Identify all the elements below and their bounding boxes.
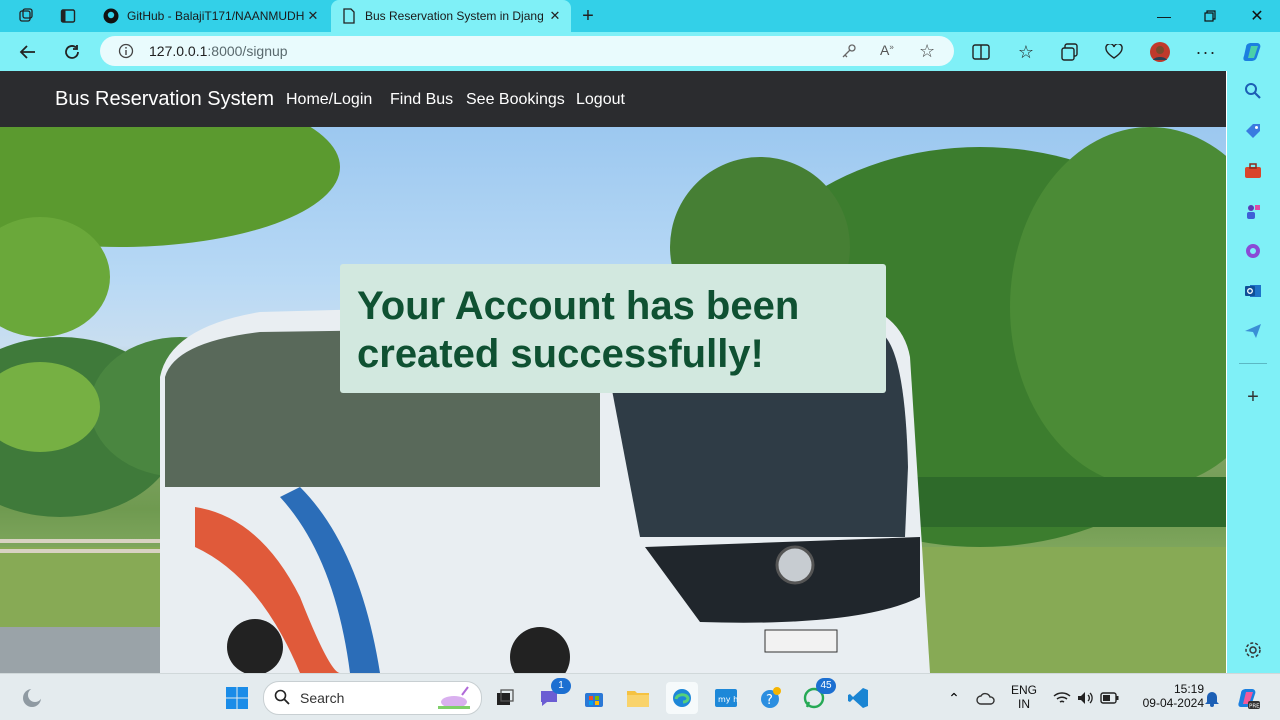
back-icon[interactable] [14, 38, 42, 66]
add-icon[interactable]: + [1241, 385, 1265, 409]
vscode-icon[interactable] [842, 682, 874, 714]
favorites-icon[interactable]: ☆ [1012, 38, 1040, 66]
read-aloud-icon[interactable]: A» [880, 42, 894, 58]
tools-icon[interactable] [1241, 159, 1265, 183]
tab-bus-reservation[interactable]: Bus Reservation System in Djang ✕ [331, 0, 571, 32]
edge-sidebar: + [1227, 71, 1280, 673]
tab-title: GitHub - BalajiT171/NAANMUDH [127, 9, 305, 23]
games-icon[interactable] [1241, 199, 1265, 223]
notification-bell-icon[interactable] [1196, 682, 1228, 714]
battery-icon[interactable] [1094, 682, 1126, 714]
github-icon [103, 8, 119, 24]
nav-home-login[interactable]: Home/Login [286, 91, 372, 109]
clock[interactable]: 15:19 09-04-2024 [1128, 682, 1204, 710]
task-view-icon[interactable] [489, 682, 521, 714]
search-icon[interactable] [1241, 79, 1265, 103]
tab-actions-icon[interactable] [54, 2, 82, 30]
get-help-icon[interactable]: ? [754, 682, 786, 714]
site-navbar: Bus Reservation System Home/Login Find B… [0, 71, 1226, 127]
success-message: Your Account has been created successful… [357, 284, 800, 376]
browser-essentials-icon[interactable] [1100, 38, 1128, 66]
language-indicator[interactable]: ENG IN [1008, 683, 1040, 711]
send-icon[interactable] [1241, 319, 1265, 343]
teams-chat-icon[interactable]: 1 [533, 678, 571, 714]
more-options-icon[interactable]: ··· [1192, 38, 1220, 66]
sidebar-divider [1239, 363, 1267, 364]
svg-text:?: ? [766, 693, 773, 708]
svg-text:my hp: my hp [718, 695, 738, 704]
microsoft-store-icon[interactable] [578, 682, 610, 714]
whatsapp-badge: 45 [816, 678, 836, 694]
page-icon [341, 8, 357, 24]
new-tab-icon[interactable]: + [574, 2, 602, 30]
file-explorer-icon[interactable] [622, 682, 654, 714]
nav-see-bookings[interactable]: See Bookings [466, 91, 565, 109]
teams-badge: 1 [551, 678, 571, 694]
minimize-icon[interactable]: — [1141, 0, 1187, 32]
close-window-icon[interactable]: ✕ [1234, 0, 1280, 32]
collections-icon[interactable] [1056, 38, 1084, 66]
tab-title: Bus Reservation System in Djang [365, 9, 544, 23]
key-icon[interactable] [841, 43, 857, 64]
outlook-icon[interactable] [1241, 279, 1265, 303]
nav-logout[interactable]: Logout [576, 91, 625, 109]
onedrive-cloud-icon[interactable] [970, 682, 1002, 714]
myhp-icon[interactable]: my hp [710, 682, 742, 714]
search-icon [274, 689, 290, 710]
site-brand[interactable]: Bus Reservation System [55, 88, 274, 111]
refresh-icon[interactable] [58, 38, 86, 66]
profile-avatar[interactable] [1146, 38, 1174, 66]
tab-strip: GitHub - BalajiT171/NAANMUDH ✕ Bus Reser… [0, 0, 1280, 32]
info-icon[interactable] [118, 43, 134, 64]
address-bar[interactable]: 127.0.0.1:8000/signup A» ☆ [100, 36, 954, 66]
unicorn-highlight-icon [434, 685, 474, 716]
hero-background-image: Your Account has been created successful… [0, 127, 1226, 673]
copilot-icon[interactable] [1239, 38, 1267, 66]
web-page: Bus Reservation System Home/Login Find B… [0, 71, 1226, 673]
success-alert: Your Account has been created successful… [340, 264, 886, 393]
split-screen-icon[interactable] [967, 38, 995, 66]
clock-date: 09-04-2024 [1142, 696, 1204, 710]
whatsapp-icon[interactable]: 45 [798, 678, 836, 714]
copilot-preview-icon[interactable]: PRE [1232, 682, 1264, 714]
search-placeholder: Search [300, 690, 345, 706]
chevron-up-icon[interactable]: ⌃ [938, 682, 970, 714]
restore-icon[interactable] [1187, 0, 1233, 32]
close-icon[interactable]: ✕ [305, 8, 321, 24]
taskbar-search[interactable]: Search [263, 681, 482, 715]
workspaces-icon[interactable] [12, 2, 40, 30]
tab-github[interactable]: GitHub - BalajiT171/NAANMUDH ✕ [93, 0, 329, 32]
favorite-star-icon[interactable]: ☆ [919, 41, 935, 62]
start-windows-icon[interactable] [221, 682, 253, 714]
clock-time: 15:19 [1173, 682, 1204, 696]
edge-browser-icon[interactable] [666, 682, 698, 714]
url-text: 127.0.0.1:8000/signup [149, 43, 288, 59]
browser-toolbar: 127.0.0.1:8000/signup A» ☆ ☆ ··· [0, 32, 1280, 71]
microsoft365-icon[interactable] [1241, 239, 1265, 263]
close-icon[interactable]: ✕ [547, 8, 563, 24]
windows-taskbar: Search 1 my hp ? 45 ⌃ ENG IN [0, 673, 1280, 720]
svg-text:PRE: PRE [1249, 704, 1260, 710]
settings-gear-icon[interactable] [1241, 638, 1265, 662]
nav-find-bus[interactable]: Find Bus [390, 91, 453, 109]
shopping-tag-icon[interactable] [1241, 119, 1265, 143]
weather-widget-icon[interactable] [16, 682, 48, 714]
